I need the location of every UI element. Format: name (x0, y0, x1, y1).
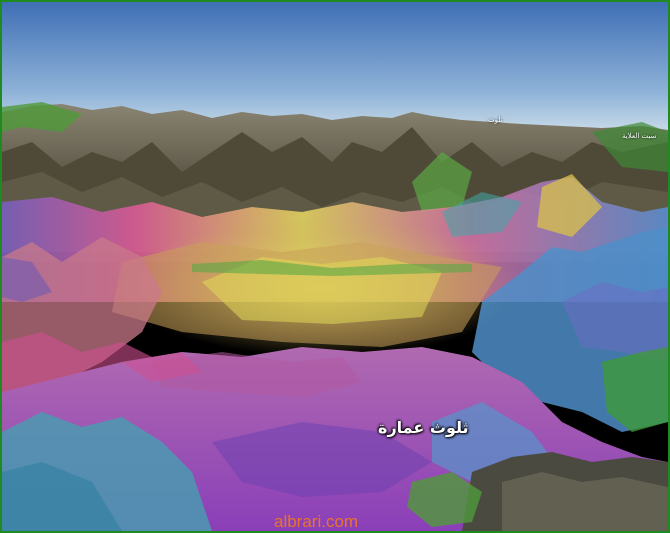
watermark: albrari.com (274, 512, 359, 531)
terrain-canvas[interactable] (2, 2, 668, 531)
distant-place-label-1[interactable]: ثلوث (488, 116, 502, 124)
terrain-view[interactable]: ثلوث عمارة ثلوث سبت العلاية albrari.com (0, 0, 670, 533)
distant-place-label-2[interactable]: سبت العلاية (622, 132, 656, 140)
place-label[interactable]: ثلوث عمارة (378, 418, 469, 437)
